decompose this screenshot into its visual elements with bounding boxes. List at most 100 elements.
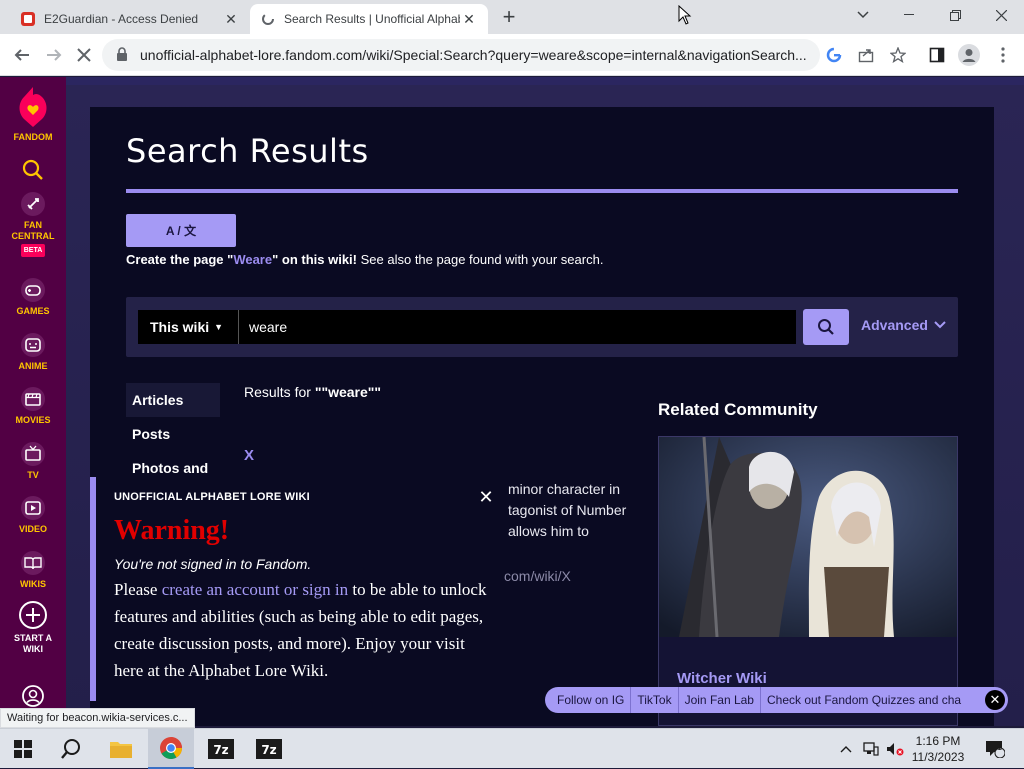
7zip-taskbar-button[interactable]: 7z <box>198 729 244 769</box>
bookmark-star-icon[interactable] <box>886 43 910 67</box>
caret-down-icon: ▼ <box>214 322 224 332</box>
back-icon[interactable] <box>10 43 34 67</box>
taskbar-search-button[interactable] <box>48 729 94 769</box>
clapperboard-icon <box>21 387 45 411</box>
fandom-logo[interactable]: FANDOM <box>0 85 66 143</box>
related-community-image[interactable] <box>659 437 957 637</box>
fandom-heart-icon <box>19 87 47 127</box>
tab-search-chevron-icon[interactable] <box>840 0 886 30</box>
snippet-line: tagonist of Number <box>508 502 627 518</box>
search-icon <box>818 319 834 335</box>
mouse-cursor-icon <box>678 4 692 30</box>
create-page-prefix: Create the page " <box>126 252 234 267</box>
rail-label: MOVIES <box>15 415 51 425</box>
sign-in-warning-popup: UNOFFICIAL ALPHABET LORE WIKI ✕ Warning!… <box>90 477 498 701</box>
related-community-card[interactable]: Witcher Wiki <box>658 436 958 726</box>
search-button[interactable] <box>803 309 849 345</box>
loading-spinner-icon <box>260 11 276 27</box>
7zip-taskbar-button-2[interactable]: 7z <box>246 729 292 769</box>
gamepad-icon <box>21 278 45 302</box>
rail-item-wikis[interactable]: WIKIS <box>0 550 66 590</box>
show-hidden-icons-icon[interactable] <box>836 729 856 769</box>
taskbar-clock[interactable]: 1:16 PM 11/3/2023 <box>903 733 973 765</box>
plus-circle-icon <box>19 601 47 629</box>
fandom-global-nav: FANDOM FAN CENTRAL BETA GAMES ANIME MOVI… <box>0 77 66 726</box>
clock-date: 11/3/2023 <box>911 750 965 764</box>
rail-search-icon[interactable] <box>0 159 66 184</box>
restore-button[interactable] <box>932 0 978 30</box>
snippet-line: allows him to <box>508 523 589 539</box>
create-page-link[interactable]: Weare <box>233 252 272 267</box>
rail-user-icon[interactable] <box>0 685 66 710</box>
create-page-notice: Create the page "Weare" on this wiki! Se… <box>126 252 603 267</box>
lock-icon[interactable] <box>116 46 128 64</box>
tab-e2guardian[interactable]: E2Guardian - Access Denied ✕ <box>10 4 250 34</box>
7zip-icon: 7z <box>256 739 282 759</box>
start-button[interactable] <box>0 729 46 769</box>
search-input[interactable] <box>238 310 796 344</box>
minimize-button[interactable] <box>886 0 932 30</box>
language-button[interactable]: A / 文 <box>126 214 236 247</box>
rail-item-tv[interactable]: TV <box>0 441 66 481</box>
related-community-name[interactable]: Witcher Wiki <box>677 670 767 687</box>
rail-item-movies[interactable]: MOVIES <box>0 386 66 426</box>
rail-item-games[interactable]: GAMES <box>0 277 66 317</box>
result-snippet: minor character in tagonist of Number al… <box>508 479 626 542</box>
result-title-link[interactable]: X <box>244 447 254 464</box>
rail-label: TV <box>27 470 39 480</box>
stop-loading-icon[interactable] <box>72 43 96 67</box>
new-tab-button[interactable]: + <box>498 6 520 29</box>
warning-body-pre: Please <box>114 580 162 599</box>
book-icon <box>21 551 45 575</box>
chrome-taskbar-button[interactable] <box>148 729 194 769</box>
result-url[interactable]: com/wiki/X <box>504 568 571 584</box>
google-icon[interactable] <box>822 43 846 67</box>
pill-join-fan-lab[interactable]: Join Fan Lab <box>679 687 761 713</box>
sign-in-link[interactable]: create an account or sign in <box>162 580 348 599</box>
file-explorer-button[interactable] <box>98 729 144 769</box>
rocket-icon <box>21 192 45 216</box>
close-icon[interactable]: ✕ <box>985 690 1005 710</box>
video-play-icon <box>21 496 45 520</box>
rail-item-video[interactable]: VIDEO <box>0 495 66 535</box>
forward-icon[interactable] <box>42 43 66 67</box>
rail-item-fan-central[interactable]: FAN CENTRAL BETA <box>0 191 66 257</box>
side-panel-icon[interactable] <box>925 43 949 67</box>
results-for-heading: Results for ""weare"" <box>244 384 381 400</box>
web-page: FANDOM FAN CENTRAL BETA GAMES ANIME MOVI… <box>0 77 1024 726</box>
results-for-prefix: Results for <box>244 384 315 400</box>
rail-label: ANIME <box>18 361 48 371</box>
search-type-tabs: Articles Posts Photos and <box>126 383 226 485</box>
advanced-search-toggle[interactable]: Advanced <box>861 317 946 333</box>
close-icon[interactable]: ✕ <box>476 487 496 507</box>
address-bar[interactable]: unofficial-alphabet-lore.fandom.com/wiki… <box>102 39 820 71</box>
tab-close-icon[interactable]: ✕ <box>460 10 478 28</box>
chevron-down-icon <box>934 321 946 329</box>
pill-fandom-quizzes[interactable]: Check out Fandom Quizzes and cha <box>761 687 985 713</box>
rail-label: FAN CENTRAL <box>11 220 55 241</box>
network-icon[interactable] <box>860 729 882 769</box>
pill-follow-ig[interactable]: Follow on IG <box>545 687 632 713</box>
tab-search-results[interactable]: Search Results | Unofficial Alphab ✕ <box>250 4 488 34</box>
title-divider <box>126 189 958 193</box>
close-window-button[interactable] <box>978 0 1024 30</box>
profile-avatar-icon[interactable] <box>957 43 981 67</box>
search-icon <box>61 739 80 759</box>
share-icon[interactable] <box>854 43 878 67</box>
tab-articles[interactable]: Articles <box>126 383 220 417</box>
pill-tiktok[interactable]: TikTok <box>631 687 679 713</box>
beta-badge: BETA <box>20 244 46 257</box>
rail-label: VIDEO <box>18 524 47 534</box>
rail-item-start-a-wiki[interactable]: START A WIKI <box>0 600 66 655</box>
tab-close-icon[interactable]: ✕ <box>222 10 240 28</box>
scope-dropdown[interactable]: This wiki ▼ <box>138 310 238 344</box>
svg-text:7z: 7z <box>213 743 228 757</box>
rail-item-anime[interactable]: ANIME <box>0 332 66 372</box>
chrome-menu-icon[interactable] <box>991 43 1015 67</box>
browser-toolbar: unofficial-alphabet-lore.fandom.com/wiki… <box>0 34 1024 76</box>
windows-taskbar: 7z 7z 1:16 PM 11/3/2023 1 <box>0 728 1024 769</box>
snippet-line: minor character in <box>508 481 621 497</box>
create-page-extra: See also the page found with your search… <box>357 252 604 267</box>
notification-center-icon[interactable]: 1 <box>980 729 1010 769</box>
tab-posts[interactable]: Posts <box>126 417 226 451</box>
